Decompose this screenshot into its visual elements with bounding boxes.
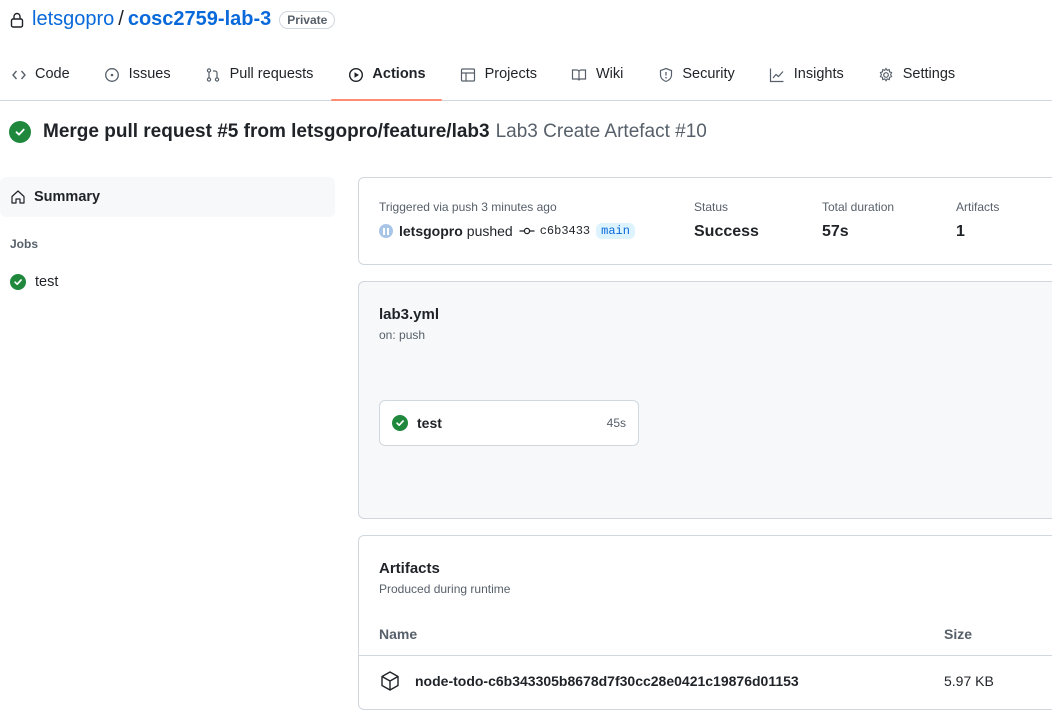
column-header-size: Size	[944, 626, 973, 642]
sidebar-item-label: test	[35, 274, 59, 290]
run-summary-card: Triggered via push 3 minutes ago letsgop…	[358, 177, 1052, 265]
run-workflow-label: Lab3 Create Artefact #10	[495, 121, 707, 142]
branch-badge[interactable]: main	[596, 223, 635, 239]
tab-settings[interactable]: Settings	[878, 58, 955, 101]
shield-icon	[657, 66, 674, 83]
package-icon	[381, 671, 399, 691]
trigger-info: Triggered via push 3 minutes ago letsgop…	[379, 200, 635, 239]
status-label: Status	[694, 200, 729, 214]
column-header-name: Name	[379, 626, 418, 642]
repo-tabs: Code Issues Pull requests Actions Projec…	[10, 58, 989, 101]
graph-icon	[769, 66, 786, 83]
table-icon	[460, 66, 477, 83]
workflow-graph-card: lab3.yml on: push test 45s	[358, 281, 1052, 519]
duration-label: Total duration	[822, 200, 895, 214]
book-icon	[571, 66, 588, 83]
tab-issues[interactable]: Issues	[104, 58, 171, 101]
tab-pull-requests[interactable]: Pull requests	[205, 58, 314, 101]
workflow-trigger: on: push	[379, 328, 426, 342]
trigger-details: letsgopro pushed c6b3433 main	[379, 223, 635, 239]
success-check-icon	[392, 415, 408, 431]
tab-security[interactable]: Security	[657, 58, 735, 101]
tab-code[interactable]: Code	[10, 58, 70, 101]
jobs-heading: Jobs	[10, 237, 39, 251]
artifacts-table-header: Name Size	[359, 616, 1052, 656]
tab-insights[interactable]: Insights	[769, 58, 844, 101]
tab-label: Settings	[902, 66, 956, 82]
repo-owner-link[interactable]: letsgopro	[32, 8, 114, 31]
trigger-label: Triggered via push 3 minutes ago	[379, 200, 557, 214]
pushed-text: pushed	[466, 223, 513, 239]
sidebar-item-job-test[interactable]: test	[0, 274, 335, 290]
artifacts-count-label: Artifacts	[956, 200, 1000, 214]
visibility-badge: Private	[279, 10, 336, 29]
job-node-test[interactable]: test 45s	[379, 400, 639, 446]
home-icon	[11, 190, 25, 204]
repo-title: letsgopro / cosc2759-lab-3 Private	[10, 8, 336, 31]
artifact-name-link[interactable]: node-todo-c6b343305b8678d7f30cc28e0421c1…	[415, 673, 799, 689]
duration-value: 57s	[822, 223, 849, 240]
tab-label: Actions	[372, 66, 426, 82]
job-node-duration: 45s	[606, 416, 626, 430]
code-icon	[10, 66, 27, 83]
run-sidebar: Summary Jobs test	[0, 177, 335, 290]
artifact-size: 5.97 KB	[944, 673, 994, 689]
pusher-link[interactable]: letsgopro	[399, 223, 463, 239]
artifacts-count-info: Artifacts 1	[956, 200, 999, 241]
status-value: Success	[694, 223, 759, 240]
workflow-file-name: lab3.yml	[379, 306, 440, 323]
artifacts-card: Artifacts Produced during runtime Name S…	[358, 535, 1052, 710]
tab-label: Wiki	[595, 66, 624, 82]
repo-header: letsgopro / cosc2759-lab-3 Private Code …	[0, 0, 1052, 101]
sidebar-item-summary[interactable]: Summary	[0, 177, 335, 217]
artifacts-subtitle: Produced during runtime	[379, 582, 511, 596]
run-title: Merge pull request #5 from letsgopro/fea…	[9, 121, 707, 143]
tab-label: Pull requests	[229, 66, 314, 82]
success-check-icon	[9, 121, 31, 143]
commit-sha-link[interactable]: c6b3433	[540, 224, 590, 238]
avatar	[379, 224, 393, 238]
tab-label: Security	[682, 66, 735, 82]
tab-label: Insights	[793, 66, 844, 82]
commit-icon	[519, 227, 535, 235]
tab-actions[interactable]: Actions	[331, 58, 442, 101]
table-row[interactable]: node-todo-c6b343305b8678d7f30cc28e0421c1…	[359, 657, 1052, 707]
duration-info: Total duration 57s	[822, 200, 894, 241]
artifacts-title: Artifacts	[379, 560, 440, 577]
job-node-name: test	[417, 415, 442, 431]
gear-icon	[878, 66, 895, 83]
sidebar-item-label: Summary	[34, 189, 101, 205]
repo-separator: /	[118, 8, 124, 30]
pull-request-icon	[205, 66, 222, 83]
success-check-icon	[10, 274, 26, 290]
play-icon	[347, 66, 364, 83]
repo-name-link[interactable]: cosc2759-lab-3	[128, 8, 271, 31]
tab-label: Projects	[484, 66, 537, 82]
run-commit-title: Merge pull request #5 from letsgopro/fea…	[43, 121, 490, 142]
tab-label: Code	[35, 66, 70, 82]
lock-icon	[10, 12, 24, 28]
tab-projects[interactable]: Projects	[460, 58, 537, 101]
artifacts-count-value: 1	[956, 223, 965, 240]
status-info: Status Success	[694, 200, 759, 241]
tab-wiki[interactable]: Wiki	[571, 58, 623, 101]
issue-icon	[104, 66, 121, 83]
tab-label: Issues	[128, 66, 171, 82]
